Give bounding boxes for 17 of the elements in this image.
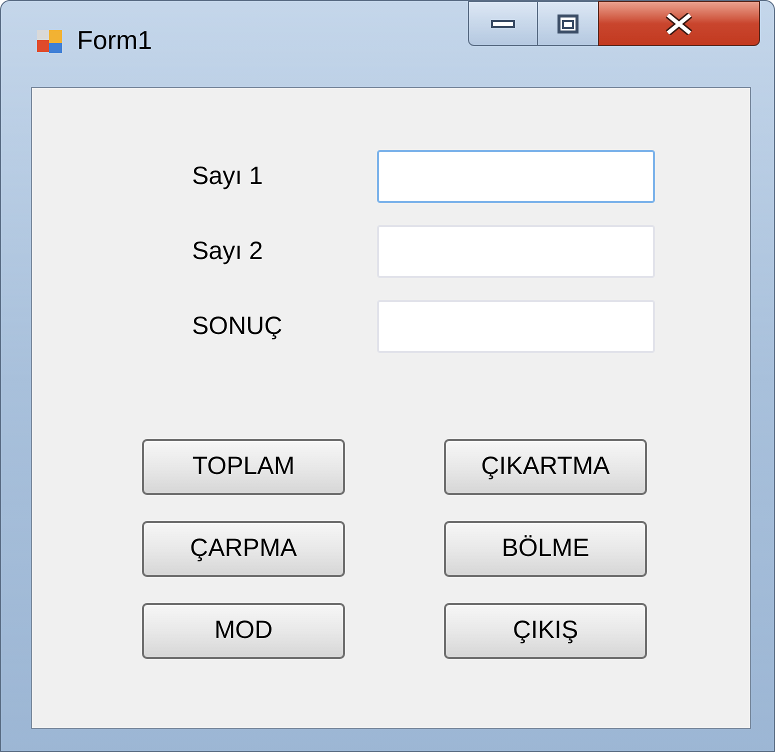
field-label: SONUÇ (192, 310, 284, 342)
form-button[interactable]: ÇIKIŞ (444, 603, 647, 659)
field-label: Sayı 1 (192, 160, 264, 192)
form-button[interactable]: MOD (142, 603, 345, 659)
close-icon (664, 12, 694, 34)
field-label: Sayı 2 (192, 236, 264, 267)
minimize-button[interactable] (468, 1, 538, 46)
input-field[interactable] (377, 150, 655, 203)
maximize-icon (557, 14, 579, 34)
minimize-icon (491, 20, 515, 28)
form-button[interactable]: TOPLAM (142, 439, 345, 495)
close-button[interactable] (598, 1, 760, 46)
form-button[interactable]: ÇARPMA (142, 521, 345, 577)
maximize-button[interactable] (538, 1, 598, 46)
form-button[interactable]: BÖLME (444, 521, 647, 577)
window-title: Form1 (77, 24, 152, 57)
form-button[interactable]: ÇIKARTMA (444, 439, 647, 495)
